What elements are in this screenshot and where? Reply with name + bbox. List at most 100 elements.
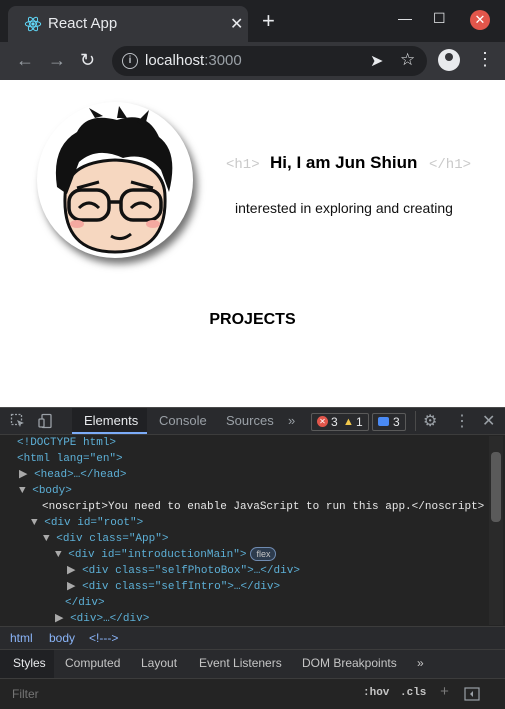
browser-toolbar: ← → ↻ i localhost:3000 ➤ ☆ ⋮ xyxy=(0,42,505,80)
tab-styles[interactable]: Styles xyxy=(13,656,46,670)
close-devtools-icon[interactable]: ✕ xyxy=(482,411,495,431)
breadcrumb: html body <!---> xyxy=(0,626,505,649)
breadcrumb-html[interactable]: html xyxy=(10,631,33,645)
collapse-triangle-icon[interactable]: ▼ xyxy=(31,517,38,529)
warning-icon: ▲ xyxy=(343,416,354,428)
maximize-button[interactable]: ☐ xyxy=(433,10,446,27)
doctype-text: <!DOCTYPE html> xyxy=(17,437,117,449)
error-count: 3 xyxy=(331,415,338,429)
tab-dom-breakpoints[interactable]: DOM Breakpoints xyxy=(302,656,397,670)
tab-title: React App xyxy=(48,15,118,32)
collapse-triangle-icon[interactable]: ▼ xyxy=(55,549,62,561)
send-to-device-icon[interactable]: ➤ xyxy=(370,51,383,71)
back-arrow-icon[interactable]: ← xyxy=(16,50,34,71)
close-div-text: </div> xyxy=(65,597,105,609)
url-host: localhost xyxy=(145,52,205,69)
dom-node[interactable]: ▼ <body> xyxy=(19,483,72,499)
tab-layout[interactable]: Layout xyxy=(141,656,177,670)
dom-node[interactable]: <noscript>You need to enable JavaScript … xyxy=(42,499,484,515)
dom-node[interactable]: <!DOCTYPE html> xyxy=(17,435,116,451)
introduction-div-text: <div id="introductionMain"> xyxy=(68,549,247,561)
hero-subtitle: interested in exploring and creating xyxy=(235,200,453,216)
dom-node[interactable]: ▼ <div class="App"> xyxy=(43,531,168,547)
issues-counter[interactable]: ✕ 3 ▲ 1 xyxy=(311,413,369,431)
expand-triangle-icon[interactable]: ▶ xyxy=(55,613,63,625)
dom-node[interactable]: ▶ <div class="selfIntro">…</div> xyxy=(67,579,280,595)
expand-triangle-icon[interactable]: ▶ xyxy=(67,565,75,577)
dom-node[interactable]: <html lang="en"> xyxy=(17,451,123,467)
expand-triangle-icon[interactable]: ▶ xyxy=(67,581,75,593)
photobox-div-text: <div class="selfPhotoBox">…</div> xyxy=(82,565,300,577)
tab-elements[interactable]: Elements xyxy=(84,413,138,428)
close-window-button[interactable]: ✕ xyxy=(470,10,490,30)
tab-close-icon[interactable]: ✕ xyxy=(230,14,243,34)
tab-console[interactable]: Console xyxy=(159,413,207,428)
new-style-rule-icon[interactable]: + xyxy=(440,684,449,701)
dom-node[interactable]: ▶ <head>…</head> xyxy=(19,467,127,483)
profile-photo xyxy=(37,102,193,258)
dom-tree: <!DOCTYPE html> <html lang="en"> ▶ <head… xyxy=(0,435,488,625)
react-logo-icon xyxy=(24,16,42,32)
warning-count: 1 xyxy=(356,415,363,429)
devtools-panel: Elements Console Sources » ✕ 3 ▲ 1 3 ⚙ ⋮… xyxy=(0,407,505,709)
error-icon: ✕ xyxy=(317,416,328,427)
profile-avatar-icon[interactable] xyxy=(438,49,460,71)
styles-filter-input[interactable] xyxy=(10,686,314,702)
settings-gear-icon[interactable]: ⚙ xyxy=(423,411,437,431)
more-tabs-icon[interactable]: » xyxy=(288,413,295,428)
cartoon-face-image xyxy=(55,106,173,254)
tab-event-listeners[interactable]: Event Listeners xyxy=(199,656,282,670)
reload-icon[interactable]: ↻ xyxy=(80,50,95,71)
dom-node[interactable]: ▶ <div>…</div> xyxy=(55,611,149,625)
browser-tab[interactable]: React App ✕ xyxy=(8,6,248,42)
collapse-triangle-icon[interactable]: ▼ xyxy=(43,533,50,545)
hero-title: Hi, I am Jun Shiun xyxy=(270,153,418,172)
styles-filter-bar: :hov .cls + xyxy=(0,678,505,709)
forward-arrow-icon[interactable]: → xyxy=(48,50,66,71)
devtools-menu-icon[interactable]: ⋮ xyxy=(454,411,470,431)
selfintro-div-text: <div class="selfIntro">…</div> xyxy=(82,581,281,593)
projects-heading: PROJECTS xyxy=(209,311,296,328)
body-node-text: <body> xyxy=(32,485,72,497)
breadcrumb-body[interactable]: body xyxy=(49,631,75,645)
message-icon xyxy=(378,417,389,426)
bookmark-star-icon[interactable]: ☆ xyxy=(400,50,415,70)
toolbar-divider xyxy=(415,411,416,431)
tab-computed[interactable]: Computed xyxy=(65,656,120,670)
root-div-text: <div id="root"> xyxy=(44,517,144,529)
messages-counter[interactable]: 3 xyxy=(372,413,406,431)
html-node-text: <html lang="en"> xyxy=(17,453,123,465)
class-toggle-button[interactable]: .cls xyxy=(400,687,426,699)
div-node-text: <div>…</div> xyxy=(70,613,150,625)
h1-close-tag-label: </h1> xyxy=(429,157,472,173)
toggle-sidebar-icon[interactable] xyxy=(464,687,480,701)
minimize-button[interactable]: — xyxy=(398,10,412,26)
device-toolbar-icon[interactable] xyxy=(38,413,54,429)
url-port: :3000 xyxy=(204,52,242,69)
web-page: <h1> Hi, I am Jun Shiun </h1> interested… xyxy=(0,80,505,407)
styles-tab-bar: Styles Computed Layout Event Listeners D… xyxy=(0,649,505,678)
browser-menu-icon[interactable]: ⋮ xyxy=(476,49,494,70)
dom-node[interactable]: ▶ <div class="selfPhotoBox">…</div> xyxy=(67,563,300,579)
collapse-triangle-icon[interactable]: ▼ xyxy=(19,485,26,497)
hover-state-button[interactable]: :hov xyxy=(363,687,389,699)
breadcrumb-comment[interactable]: <!---> xyxy=(89,631,118,645)
browser-tab-strip: React App ✕ + — ☐ ✕ xyxy=(0,0,505,42)
active-tab-indicator xyxy=(72,432,147,434)
dom-node[interactable]: ▼ <div id="root"> xyxy=(31,515,143,531)
devtools-tab-bar: Elements Console Sources » ✕ 3 ▲ 1 3 ⚙ ⋮… xyxy=(0,408,505,435)
app-div-text: <div class="App"> xyxy=(56,533,169,545)
dom-scrollbar-thumb[interactable] xyxy=(491,452,501,522)
tab-sources[interactable]: Sources xyxy=(226,413,274,428)
address-bar[interactable]: i localhost:3000 ➤ ☆ xyxy=(112,46,427,76)
dom-node[interactable]: ▼ <div id="introductionMain"> flex xyxy=(55,547,277,563)
noscript-node-text: <noscript>You need to enable JavaScript … xyxy=(42,501,485,513)
dom-node[interactable]: </div> xyxy=(65,595,105,611)
new-tab-button[interactable]: + xyxy=(262,10,275,32)
expand-triangle-icon[interactable]: ▶ xyxy=(19,469,27,481)
info-icon[interactable]: i xyxy=(122,53,138,69)
url-text: localhost:3000 xyxy=(145,52,242,69)
inspect-element-icon[interactable] xyxy=(10,413,26,429)
more-style-tabs-icon[interactable]: » xyxy=(417,656,424,670)
flex-badge[interactable]: flex xyxy=(250,547,277,561)
